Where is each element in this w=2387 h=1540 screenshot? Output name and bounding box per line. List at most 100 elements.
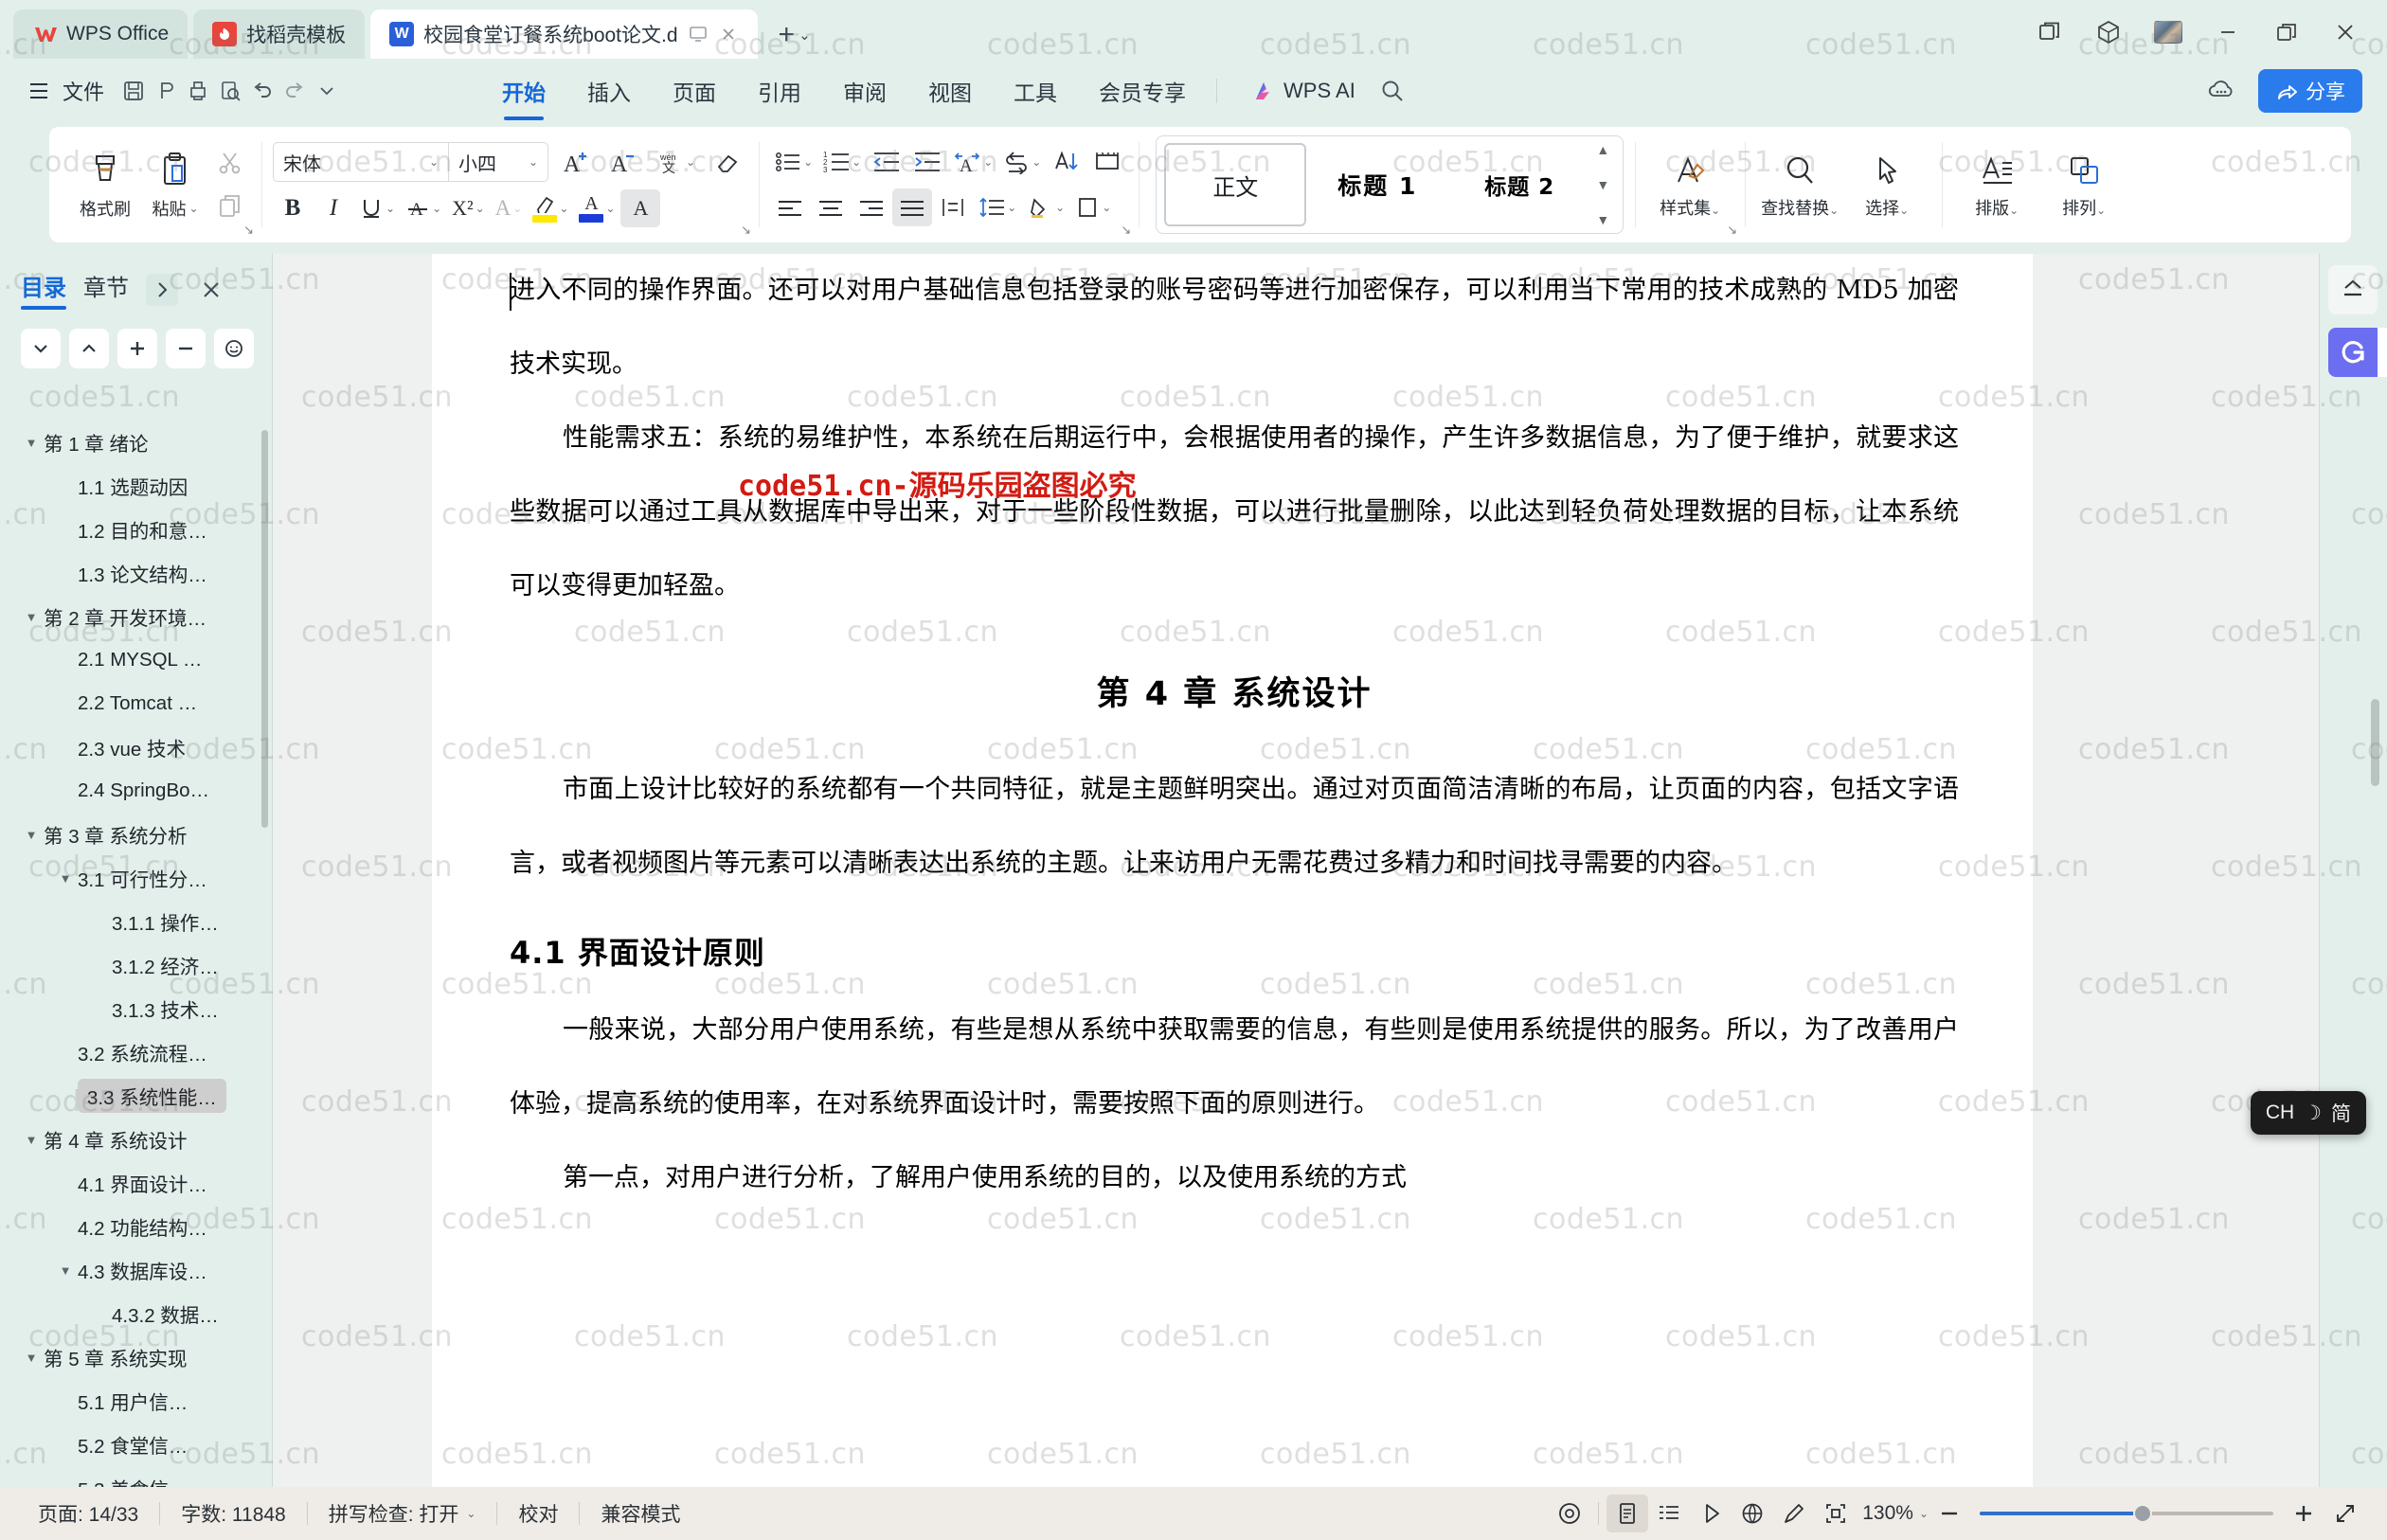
toc-item[interactable]: ▼ 第 1 章 绪论 bbox=[0, 421, 273, 464]
new-tab-button[interactable]: + ⌄ bbox=[779, 21, 811, 49]
bullet-list-icon[interactable]: ⌄ bbox=[770, 143, 817, 181]
toc-item[interactable]: 2.1 MYSQL … bbox=[0, 638, 273, 682]
toc-expand-triangle-icon[interactable]: ▼ bbox=[23, 436, 40, 450]
ribbon-tab-tools[interactable]: 工具 bbox=[993, 67, 1078, 115]
document-page[interactable]: 进入不同的操作界面。还可以对用户基础信息包括登录的账号密码等进行加密保存，可以利… bbox=[432, 254, 2033, 1487]
smiley-icon[interactable] bbox=[214, 329, 254, 368]
font-name-combobox[interactable]: 宋体 ⌄ bbox=[274, 149, 448, 176]
find-icon[interactable] bbox=[216, 77, 244, 105]
undo-icon[interactable] bbox=[248, 77, 277, 105]
grow-font-icon[interactable]: A bbox=[556, 143, 596, 181]
style-set-button[interactable]: 样式集⌄ bbox=[1646, 151, 1733, 220]
close-tab-icon[interactable] bbox=[718, 24, 739, 45]
expand-icon[interactable] bbox=[2324, 1495, 2366, 1532]
styleset-dialog-launcher[interactable]: ↘ bbox=[1727, 223, 1737, 238]
format-painter-button[interactable]: 格式刷 bbox=[70, 149, 140, 221]
ime-indicator[interactable]: CH ☽ 简 bbox=[2250, 1091, 2366, 1135]
scissors-icon[interactable] bbox=[210, 144, 250, 182]
document-text-body[interactable]: 进入不同的操作界面。还可以对用户基础信息包括登录的账号密码等进行加密保存，可以利… bbox=[510, 254, 1959, 1215]
find-replace-button[interactable]: 查找替换⌄ bbox=[1756, 151, 1843, 220]
collapse-panel-button[interactable] bbox=[2328, 265, 2378, 314]
font-color-icon[interactable]: A ⌄ bbox=[574, 189, 619, 227]
tab-docer-templates[interactable]: 找稻壳模板 bbox=[193, 9, 366, 59]
toc-item[interactable]: 1.3 论文结构… bbox=[0, 551, 273, 595]
toc-item[interactable]: 3.1.3 技术… bbox=[0, 987, 273, 1030]
toc-expand-triangle-icon[interactable]: ▼ bbox=[23, 610, 40, 624]
styles-expand-icon[interactable]: ▼ bbox=[1596, 212, 1609, 227]
toc-item[interactable]: 2.3 vue 技术 bbox=[0, 725, 273, 769]
toc-item[interactable]: ▼ 3.1 可行性分… bbox=[0, 856, 273, 900]
document-canvas[interactable]: 进入不同的操作界面。还可以对用户基础信息包括登录的账号密码等进行加密保存，可以利… bbox=[273, 254, 2319, 1487]
paper-check-plugin[interactable]: 论文查重 bbox=[2328, 328, 2387, 377]
style-heading-2[interactable]: 标题 2 bbox=[1448, 143, 1590, 226]
toc-expand-triangle-icon[interactable]: ▼ bbox=[23, 828, 40, 842]
ribbon-tab-view[interactable]: 视图 bbox=[907, 67, 993, 115]
zoom-slider-knob[interactable] bbox=[2133, 1504, 2152, 1523]
zoom-out-button[interactable] bbox=[1929, 1495, 1970, 1532]
toc-tab-contents[interactable]: 目录 bbox=[21, 269, 66, 310]
toc-item[interactable]: ▼ 第 2 章 开发环境… bbox=[0, 595, 273, 638]
print-icon[interactable] bbox=[184, 77, 212, 105]
distribute-icon[interactable] bbox=[933, 188, 973, 226]
toc-expand-triangle-icon[interactable]: ▼ bbox=[57, 1263, 74, 1278]
toc-item[interactable]: ▼ 第 4 章 系统设计 bbox=[0, 1118, 273, 1161]
style-heading-1[interactable]: 标题 1 bbox=[1306, 143, 1448, 226]
zoom-chevron-icon[interactable]: ⌄ bbox=[1919, 1507, 1929, 1520]
ribbon-tab-references[interactable]: 引用 bbox=[737, 67, 822, 115]
document-paragraph[interactable]: 进入不同的操作界面。还可以对用户基础信息包括登录的账号密码等进行加密保存，可以利… bbox=[510, 254, 1959, 402]
toc-item[interactable]: 5.3 美食信… bbox=[0, 1466, 273, 1487]
save-icon[interactable] bbox=[119, 77, 148, 105]
wps-ai-button[interactable]: WPS AI bbox=[1238, 73, 1369, 109]
increase-indent-icon[interactable] bbox=[907, 143, 947, 181]
font-dialog-launcher[interactable]: ↘ bbox=[741, 223, 751, 238]
arrange-button[interactable]: 排列⌄ bbox=[2040, 151, 2127, 220]
typeset-button[interactable]: 排版⌄ bbox=[1953, 151, 2040, 220]
ribbon-tab-member[interactable]: 会员专享 bbox=[1078, 67, 1207, 115]
word-count[interactable]: 字数: 11848 bbox=[160, 1499, 307, 1528]
redo-icon[interactable] bbox=[280, 77, 309, 105]
highlight-icon[interactable]: ⌄ bbox=[528, 189, 573, 227]
close-icon[interactable] bbox=[195, 274, 227, 306]
proofread-button[interactable]: 校对 bbox=[497, 1499, 579, 1528]
file-menu-button[interactable]: 文件 bbox=[17, 70, 116, 112]
toc-item[interactable]: 2.4 SpringBo… bbox=[0, 769, 273, 813]
toc-item[interactable]: 3.2 系统流程… bbox=[0, 1030, 273, 1074]
select-button[interactable]: 选择⌄ bbox=[1843, 151, 1930, 220]
ink-icon[interactable] bbox=[1773, 1495, 1815, 1532]
minus-icon[interactable] bbox=[166, 329, 206, 368]
document-paragraph[interactable]: 第一点，对用户进行分析，了解用户使用系统的目的，以及使用系统的方式 bbox=[510, 1141, 1959, 1215]
toc-item[interactable]: 5.2 食堂信… bbox=[0, 1423, 273, 1466]
shrink-font-icon[interactable]: A bbox=[603, 143, 643, 181]
change-case-icon[interactable]: ⌄ bbox=[998, 143, 1046, 181]
character-shading-icon[interactable]: A bbox=[620, 189, 661, 227]
close-icon[interactable] bbox=[2332, 19, 2359, 45]
strikethrough-icon[interactable]: A ⌄ bbox=[401, 189, 446, 227]
toc-scrollbar[interactable] bbox=[261, 430, 268, 828]
plus-icon[interactable] bbox=[117, 329, 157, 368]
bold-button[interactable]: B bbox=[273, 189, 313, 227]
read-view-icon[interactable] bbox=[1690, 1495, 1732, 1532]
ribbon-tab-page[interactable]: 页面 bbox=[652, 67, 737, 115]
toc-item[interactable]: 1.1 选题动因 bbox=[0, 464, 273, 508]
document-paragraph[interactable]: 市面上设计比较好的系统都有一个共同特征，就是主题鲜明突出。通过对页面简洁清晰的布… bbox=[510, 753, 1959, 901]
copy-icon[interactable] bbox=[210, 188, 250, 225]
cube-icon[interactable] bbox=[2095, 19, 2122, 45]
toc-item[interactable]: 4.3.2 数据… bbox=[0, 1292, 273, 1335]
print-preview-icon[interactable] bbox=[152, 77, 180, 105]
toc-expand-triangle-icon[interactable]: ▼ bbox=[57, 871, 74, 886]
toc-item[interactable]: 1.2 目的和意… bbox=[0, 508, 273, 551]
outline-view-icon[interactable] bbox=[1648, 1495, 1690, 1532]
paragraph-dialog-launcher[interactable]: ↘ bbox=[1121, 223, 1131, 238]
style-normal[interactable]: 正文 bbox=[1164, 143, 1307, 226]
ribbon-tab-start[interactable]: 开始 bbox=[481, 67, 566, 115]
toc-item[interactable]: 3.1.2 经济… bbox=[0, 943, 273, 987]
minimize-icon[interactable] bbox=[2215, 19, 2241, 45]
search-icon[interactable] bbox=[1378, 77, 1407, 105]
line-spacing-icon[interactable]: ⌄ bbox=[974, 188, 1021, 226]
justify-icon[interactable] bbox=[892, 188, 933, 226]
text-effect-icon[interactable]: A ⌄ bbox=[491, 189, 528, 227]
decrease-indent-icon[interactable] bbox=[867, 143, 906, 181]
toc-item[interactable]: 3.1.1 操作… bbox=[0, 900, 273, 943]
toc-item[interactable]: 2.2 Tomcat … bbox=[0, 682, 273, 725]
align-left-icon[interactable] bbox=[770, 188, 810, 226]
